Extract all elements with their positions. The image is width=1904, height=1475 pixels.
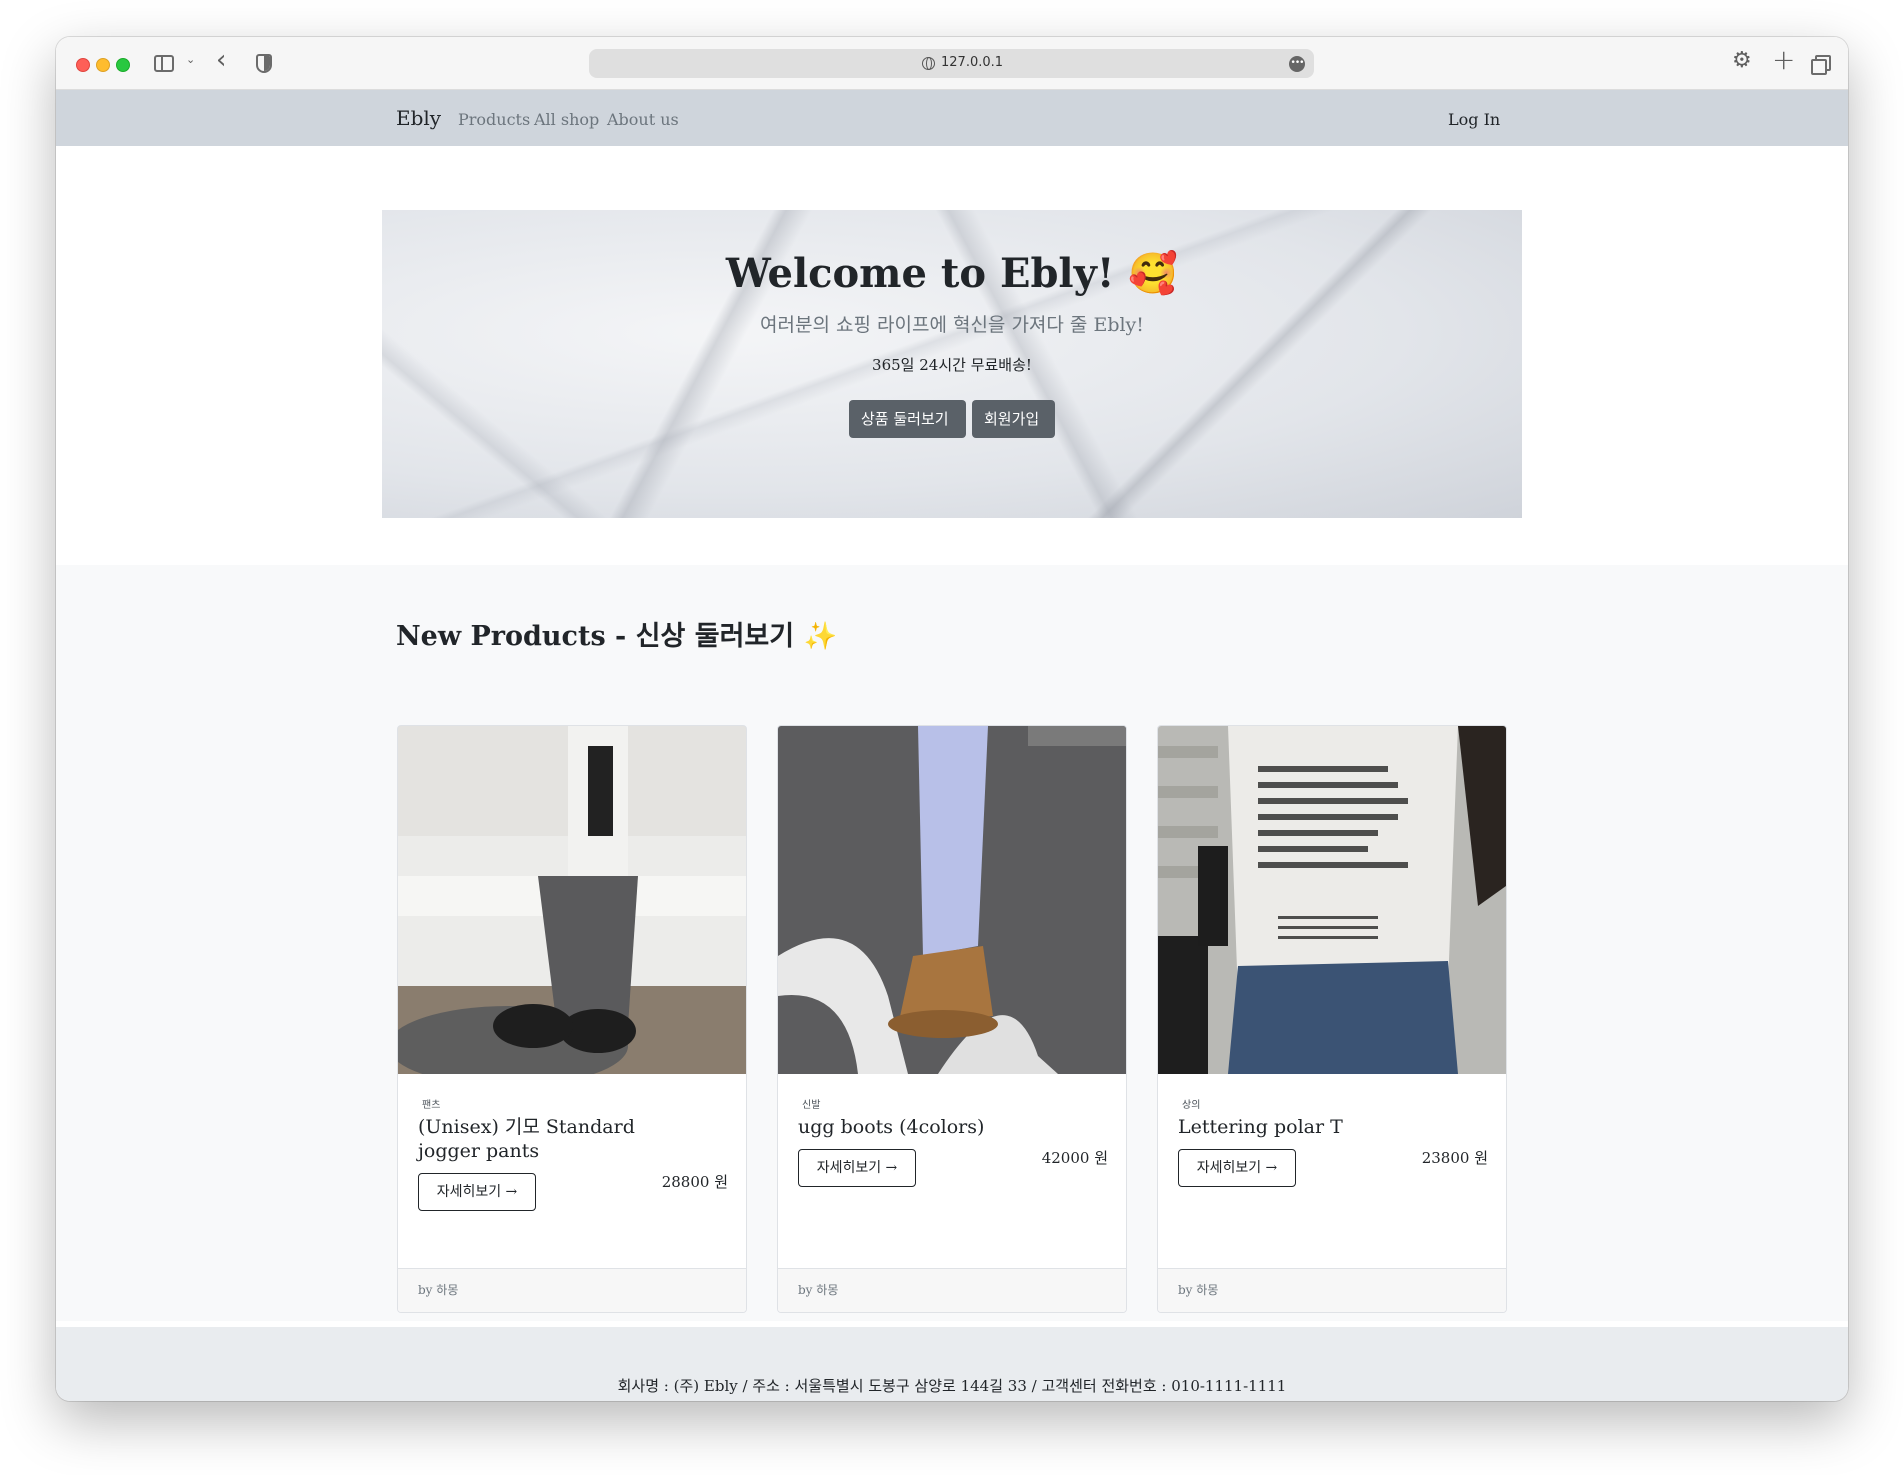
close-window-button[interactable] bbox=[76, 58, 90, 72]
product-category: 신발 bbox=[802, 1100, 821, 1111]
privacy-shield-icon[interactable] bbox=[256, 54, 272, 73]
product-card: 신발 ugg boots (4colors) 자세히보기 → 42000 원 b… bbox=[777, 725, 1127, 1313]
nav-link-about-us[interactable]: About us bbox=[607, 110, 679, 129]
browse-products-button[interactable]: 상품 둘러보기 bbox=[849, 400, 966, 438]
back-arrow-icon[interactable]: ‹ bbox=[216, 47, 226, 73]
new-tab-icon[interactable]: + bbox=[1772, 43, 1795, 76]
product-price: 23800 원 bbox=[1421, 1149, 1488, 1167]
card-actions: 자세히보기 → 23800 원 bbox=[1178, 1149, 1488, 1189]
product-name: Lettering polar T bbox=[1178, 1116, 1343, 1138]
brand-logo[interactable]: Ebly bbox=[396, 106, 441, 130]
product-category: 팬츠 bbox=[422, 1100, 441, 1111]
product-name: (Unisex) 기모 Standard jogger pants bbox=[418, 1116, 635, 1162]
gear-icon[interactable]: ⚙ bbox=[1732, 48, 1752, 73]
product-category: 상의 bbox=[1182, 1100, 1201, 1111]
browser-window: ⌄ ‹ 127.0.0.1 ••• ⚙ + Ebly Products All … bbox=[56, 37, 1848, 1401]
product-price: 28800 원 bbox=[661, 1173, 728, 1191]
sidebar-toggle-icon[interactable] bbox=[154, 55, 174, 72]
company-info: 회사명 : (주) Ebly / 주소 : 서울특별시 도봉구 삼양로 144길… bbox=[617, 1377, 1287, 1395]
chevron-down-icon[interactable]: ⌄ bbox=[186, 53, 195, 66]
card-body: 신발 ugg boots (4colors) 자세히보기 → 42000 원 bbox=[798, 1096, 1108, 1189]
product-author: by 하몽 bbox=[1158, 1268, 1506, 1312]
view-details-button[interactable]: 자세히보기 → bbox=[418, 1173, 536, 1211]
tab-overview-icon[interactable] bbox=[1811, 55, 1831, 75]
url-text: 127.0.0.1 bbox=[941, 55, 1004, 70]
nav-link-products[interactable]: Products bbox=[458, 110, 530, 129]
login-link[interactable]: Log In bbox=[1448, 110, 1500, 129]
product-card: 팬츠 (Unisex) 기모 Standard jogger pants 자세히… bbox=[397, 725, 747, 1313]
browser-titlebar: ⌄ ‹ 127.0.0.1 ••• ⚙ + bbox=[56, 37, 1848, 90]
view-details-button[interactable]: 자세히보기 → bbox=[1178, 1149, 1296, 1187]
card-body: 상의 Lettering polar T 자세히보기 → 23800 원 bbox=[1178, 1096, 1488, 1189]
nav-link-all-shop[interactable]: All shop bbox=[534, 110, 599, 129]
zoom-window-button[interactable] bbox=[116, 58, 130, 72]
site-navbar: Ebly Products All shop About us Log In bbox=[56, 90, 1848, 146]
product-author: by 하몽 bbox=[398, 1268, 746, 1312]
hero-title: Welcome to Ebly! 🥰 bbox=[725, 250, 1179, 297]
globe-icon bbox=[922, 57, 935, 70]
signup-button[interactable]: 회원가입 bbox=[972, 400, 1055, 438]
new-products-section: New Products - 신상 둘러보기 ✨ 팬츠 (Unisex) 기모 … bbox=[56, 565, 1848, 1321]
jogger-pants-photo[interactable] bbox=[398, 726, 746, 1074]
product-card: 상의 Lettering polar T 자세히보기 → 23800 원 by … bbox=[1157, 725, 1507, 1313]
hero-banner: Welcome to Ebly! 🥰 여러분의 쇼핑 라이프에 혁신을 가져다 … bbox=[382, 210, 1522, 518]
product-price: 42000 원 bbox=[1041, 1149, 1108, 1167]
address-bar[interactable]: 127.0.0.1 ••• bbox=[589, 49, 1314, 78]
hero-subtitle: 여러분의 쇼핑 라이프에 혁신을 가져다 줄 Ebly! bbox=[760, 314, 1144, 336]
card-actions: 자세히보기 → 28800 원 bbox=[418, 1173, 728, 1213]
lettering-tee-photo[interactable] bbox=[1158, 726, 1506, 1074]
ugg-boots-photo[interactable] bbox=[778, 726, 1126, 1074]
product-name: ugg boots (4colors) bbox=[798, 1116, 985, 1138]
site-footer: 회사명 : (주) Ebly / 주소 : 서울특별시 도봉구 삼양로 144길… bbox=[56, 1327, 1848, 1401]
minimize-window-button[interactable] bbox=[96, 58, 110, 72]
hero-free-shipping-note: 365일 24시간 무료배송! bbox=[872, 356, 1032, 374]
section-title: New Products - 신상 둘러보기 ✨ bbox=[396, 621, 838, 652]
product-author: by 하몽 bbox=[778, 1268, 1126, 1312]
card-actions: 자세히보기 → 42000 원 bbox=[798, 1149, 1108, 1189]
card-body: 팬츠 (Unisex) 기모 Standard jogger pants 자세히… bbox=[418, 1096, 728, 1213]
more-options-icon[interactable]: ••• bbox=[1289, 56, 1305, 72]
view-details-button[interactable]: 자세히보기 → bbox=[798, 1149, 916, 1187]
